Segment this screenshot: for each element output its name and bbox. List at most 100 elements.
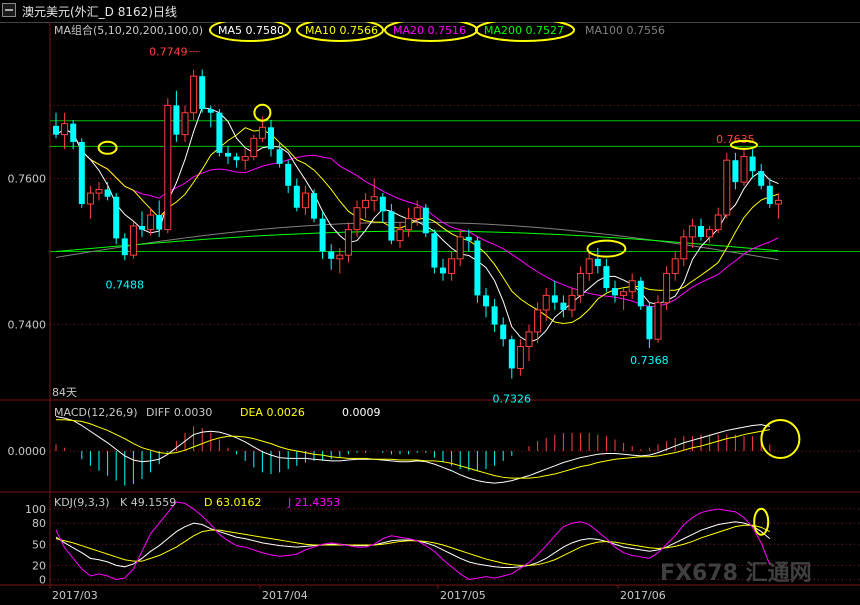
candle-body-down	[500, 324, 507, 340]
candle-body-up	[585, 258, 593, 274]
kdj-tick-label: 100	[25, 503, 46, 516]
candle-body-up	[680, 236, 688, 260]
candle-body-up	[344, 229, 352, 256]
candle-body-down	[758, 171, 765, 186]
candle-body-down	[311, 193, 317, 219]
candle-body-down	[603, 266, 610, 289]
candle-body-up	[147, 214, 155, 231]
candle-body-down	[276, 149, 283, 164]
price-tick-label: 0.7400	[8, 319, 47, 332]
candle-body-up	[258, 126, 266, 139]
candle-body-up	[688, 225, 696, 238]
candle-body-down	[637, 280, 644, 307]
candle-body-down	[732, 160, 739, 183]
ma-value-label: MA10 0.7566	[305, 24, 378, 37]
candle-body-up	[301, 192, 309, 209]
candle-body-down	[491, 306, 498, 325]
candle-body-up	[568, 294, 576, 311]
candle-body-down	[551, 295, 558, 303]
candle-body-down	[646, 306, 653, 340]
candle-body-down	[53, 125, 59, 135]
candle-body-up	[61, 123, 69, 136]
candle-body-up	[620, 291, 628, 296]
candle-body-down	[749, 156, 756, 172]
price-annotation: 0.7368	[630, 354, 669, 367]
candle-body-up	[706, 229, 714, 238]
candle-body-up	[396, 229, 404, 242]
highlight-circle	[753, 507, 770, 536]
minimize-icon[interactable]	[2, 3, 16, 17]
candle-body-down	[474, 240, 481, 296]
candle-body-down	[293, 185, 300, 208]
candle-body-down	[225, 152, 231, 157]
candle-body-up	[353, 207, 361, 231]
candle-body-down	[508, 339, 515, 369]
candle-body-up	[525, 331, 533, 348]
candle-body-down	[422, 207, 429, 234]
macd-diff-line	[55, 415, 770, 484]
candle-body-down	[431, 233, 438, 268]
candle-body-up	[577, 272, 585, 296]
candle-body-up	[723, 159, 731, 216]
kdj-d-value: D 63.0162	[204, 496, 261, 509]
ma-value-label: MA5 0.7580	[218, 24, 284, 37]
price-annotation: 0.7749	[149, 46, 188, 59]
x-tick-label: 2017/06	[620, 589, 666, 602]
candle-body-down	[698, 225, 704, 237]
candle-body-up	[740, 156, 748, 183]
candle-body-up	[628, 280, 636, 293]
kdj-j-value: J 21.4353	[287, 496, 340, 509]
candle-body-down	[379, 196, 386, 212]
candle-body-up	[405, 218, 413, 231]
candle-body-down	[199, 76, 206, 110]
candle-body-down	[328, 251, 335, 259]
candle-body-down	[156, 215, 163, 230]
candle-body-up	[370, 196, 378, 201]
candle-body-down	[173, 105, 180, 135]
candle-body-down	[207, 109, 214, 113]
kdj-d-line	[55, 524, 771, 566]
candle-body-down	[216, 112, 223, 153]
stock-chart: 0.7600 0.7400 0.7749 0.7488 0.7326 0.7368 0.76…	[0, 22, 860, 602]
highlight-circle	[97, 140, 118, 155]
candle-body-up	[250, 137, 258, 158]
x-tick-label: 2017/03	[52, 589, 98, 602]
ma-value-label: MA200 0.7527	[484, 24, 564, 37]
days-label: 84天	[52, 386, 77, 399]
kdj-tick-label: 0	[39, 573, 46, 586]
candle-body-up	[241, 156, 249, 161]
candle-body-up	[362, 199, 370, 209]
candle-body-down	[113, 196, 120, 239]
price-annotation: 0.7488	[106, 278, 145, 291]
candle-body-down	[268, 127, 274, 150]
kdj-tick-label: 20	[32, 559, 46, 572]
candle-body-up	[714, 214, 722, 231]
candle-body-down	[594, 258, 601, 267]
candle-body-up	[336, 254, 344, 260]
candle-body-up	[534, 309, 542, 333]
candle-body-down	[139, 225, 145, 230]
candle-body-up	[413, 207, 421, 220]
ma-value-label: MA20 0.7516	[393, 24, 466, 37]
candle-body-down	[70, 123, 77, 142]
candle-body-down	[560, 302, 567, 310]
candle-body-down	[388, 211, 395, 241]
ma200-line	[55, 230, 779, 253]
macd-diff-value: DIFF 0.0030	[146, 406, 212, 419]
macd-tick-label: 0.0000	[8, 445, 47, 458]
candle-body-up	[95, 188, 103, 194]
candle-body-down	[440, 267, 446, 274]
candle-body-down	[612, 288, 618, 296]
candle-body-down	[465, 236, 472, 241]
candle-body-up	[516, 346, 524, 369]
macd-header-label: MACD(12,26,9)	[54, 406, 138, 419]
candle-body-up	[129, 225, 137, 256]
candle-body-up	[671, 258, 679, 274]
candle-body-down	[319, 218, 326, 252]
macd-value: 0.0009	[342, 406, 381, 419]
macd-dea-value: DEA 0.0026	[240, 406, 305, 419]
candle-body-up	[456, 236, 464, 260]
candle-body-down	[104, 189, 111, 197]
kdj-tick-label: 50	[32, 538, 46, 551]
x-tick-label: 2017/04	[262, 589, 308, 602]
